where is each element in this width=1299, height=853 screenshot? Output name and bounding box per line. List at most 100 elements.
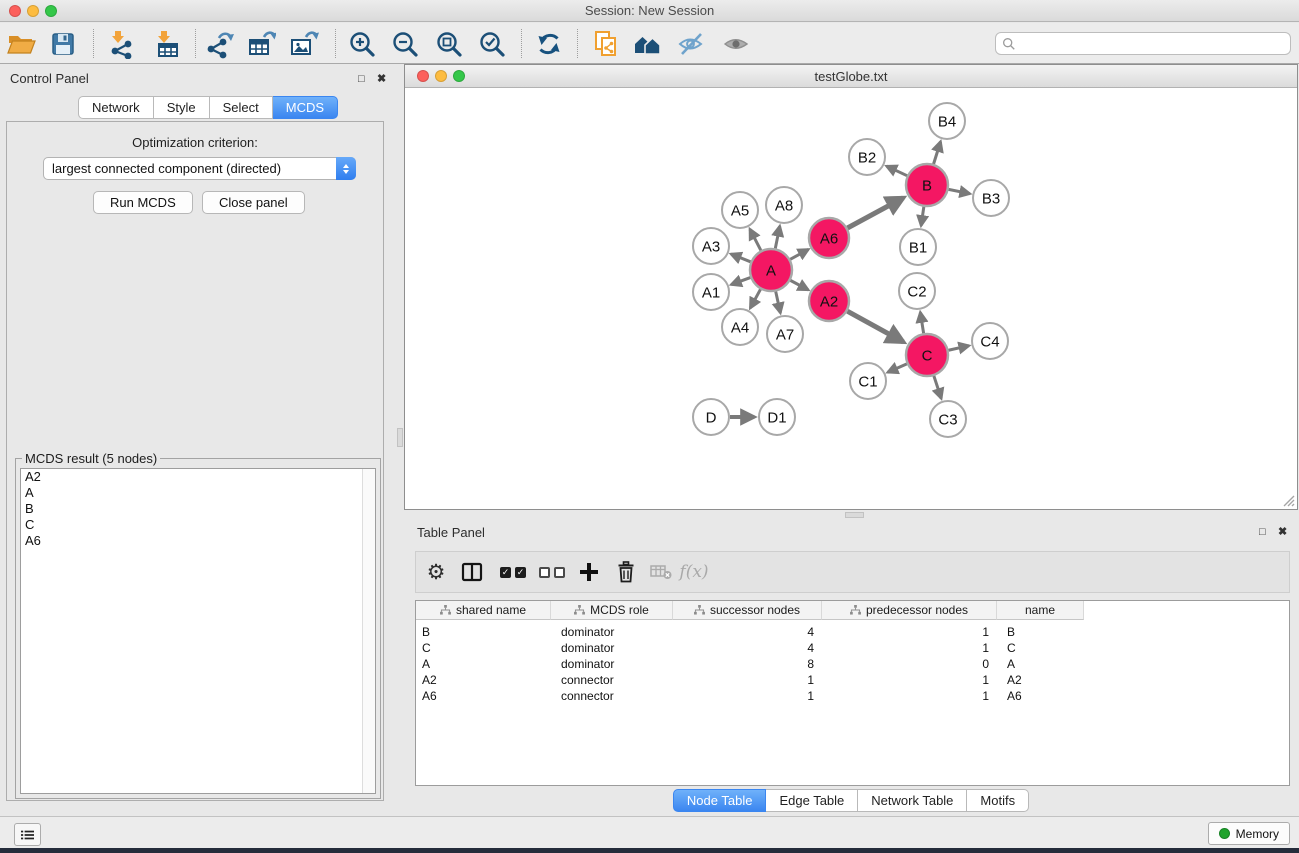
- mcds-result-item[interactable]: C: [21, 517, 375, 533]
- table-row-A[interactable]: Adominator80A: [416, 656, 1289, 672]
- mcds-result-item[interactable]: B: [21, 501, 375, 517]
- edge-A-A7[interactable]: [776, 291, 781, 312]
- node-A6[interactable]: A6: [809, 218, 849, 258]
- node-C3[interactable]: C3: [930, 401, 966, 437]
- search-input[interactable]: [1020, 36, 1284, 52]
- mcds-result-item[interactable]: A6: [21, 533, 375, 549]
- zoom-window-button[interactable]: [45, 5, 57, 17]
- tab-edge-table[interactable]: Edge Table: [766, 789, 858, 812]
- table-panel-close-icon[interactable]: ✖: [1278, 526, 1287, 538]
- edge-B-B3[interactable]: [949, 189, 970, 193]
- node-B1[interactable]: B1: [900, 229, 936, 265]
- edge-C-C3[interactable]: [934, 376, 941, 399]
- node-A5[interactable]: A5: [722, 192, 758, 228]
- delete-table-button[interactable]: [644, 552, 678, 592]
- export-table-button[interactable]: [243, 26, 279, 62]
- node-B3[interactable]: B3: [973, 180, 1009, 216]
- minimize-window-button[interactable]: [27, 5, 39, 17]
- import-network-button[interactable]: [103, 26, 139, 62]
- network-close-button[interactable]: [417, 70, 429, 82]
- node-A4[interactable]: A4: [722, 309, 758, 345]
- vertical-splitter-grip[interactable]: [397, 428, 403, 447]
- edge-C-C4[interactable]: [948, 346, 968, 351]
- control-panel-float-icon[interactable]: □: [358, 73, 365, 85]
- resize-grip-icon[interactable]: [1281, 493, 1295, 507]
- edge-A-A8[interactable]: [775, 226, 779, 248]
- tab-node-table[interactable]: Node Table: [673, 789, 767, 812]
- edge-A-A2[interactable]: [790, 280, 808, 290]
- zoom-selected-button[interactable]: [474, 26, 510, 62]
- add-column-button[interactable]: [572, 552, 606, 592]
- first-neighbors-button[interactable]: [630, 26, 666, 62]
- edge-A2-C[interactable]: [847, 311, 903, 342]
- show-all-button[interactable]: [718, 26, 754, 62]
- open-file-button[interactable]: [3, 26, 39, 62]
- deselect-all-button[interactable]: [535, 552, 569, 592]
- export-network-button[interactable]: [201, 26, 237, 62]
- zoom-out-button[interactable]: [387, 26, 423, 62]
- mcds-result-item[interactable]: A: [21, 485, 375, 501]
- node-A8[interactable]: A8: [766, 187, 802, 223]
- column-header-predecessor-nodes[interactable]: predecessor nodes: [822, 601, 997, 620]
- table-row-A6[interactable]: A6connector11A6: [416, 688, 1289, 704]
- node-B2[interactable]: B2: [849, 139, 885, 175]
- edge-A-A5[interactable]: [750, 229, 761, 250]
- node-A[interactable]: A: [750, 249, 792, 291]
- refresh-button[interactable]: [531, 26, 567, 62]
- optimization-criterion-select[interactable]: largest connected component (directed): [43, 157, 356, 180]
- edge-B-B4[interactable]: [934, 142, 941, 164]
- function-builder-button[interactable]: f(x): [677, 552, 711, 592]
- edge-B-B2[interactable]: [887, 166, 907, 176]
- column-header-MCDS-role[interactable]: MCDS role: [551, 601, 673, 620]
- show-columns-button[interactable]: [455, 552, 489, 592]
- node-C[interactable]: C: [906, 334, 948, 376]
- delete-column-button[interactable]: [609, 552, 643, 592]
- tab-network-table[interactable]: Network Table: [858, 789, 967, 812]
- network-zoom-button[interactable]: [453, 70, 465, 82]
- close-panel-button[interactable]: Close panel: [202, 191, 305, 214]
- memory-button[interactable]: Memory: [1208, 822, 1290, 845]
- zoom-fit-button[interactable]: [431, 26, 467, 62]
- node-D1[interactable]: D1: [759, 399, 795, 435]
- column-header-successor-nodes[interactable]: successor nodes: [673, 601, 822, 620]
- horizontal-splitter-grip[interactable]: [845, 512, 864, 518]
- table-row-A2[interactable]: A2connector11A2: [416, 672, 1289, 688]
- tab-motifs[interactable]: Motifs: [967, 789, 1029, 812]
- node-C4[interactable]: C4: [972, 323, 1008, 359]
- table-settings-button[interactable]: ⚙: [419, 552, 453, 592]
- column-header-name[interactable]: name: [997, 601, 1084, 620]
- edge-C-C1[interactable]: [888, 364, 907, 372]
- node-B4[interactable]: B4: [929, 103, 965, 139]
- edge-A-A3[interactable]: [731, 254, 751, 262]
- table-row-B[interactable]: Bdominator41B: [416, 624, 1289, 640]
- select-all-button[interactable]: ✓✓: [496, 552, 530, 592]
- node-A7[interactable]: A7: [767, 316, 803, 352]
- export-image-button[interactable]: [286, 26, 322, 62]
- new-network-from-selection-button[interactable]: [588, 26, 624, 62]
- edge-C-C2[interactable]: [920, 312, 923, 333]
- node-A2[interactable]: A2: [809, 281, 849, 321]
- table-panel-float-icon[interactable]: □: [1259, 526, 1266, 538]
- node-C1[interactable]: C1: [850, 363, 886, 399]
- control-panel-close-icon[interactable]: ✖: [377, 73, 386, 85]
- edge-B-B1[interactable]: [921, 207, 924, 226]
- tab-style[interactable]: Style: [154, 96, 210, 119]
- node-A3[interactable]: A3: [693, 228, 729, 264]
- node-C2[interactable]: C2: [899, 273, 935, 309]
- node-A1[interactable]: A1: [693, 274, 729, 310]
- table-row-C[interactable]: Cdominator41C: [416, 640, 1289, 656]
- node-D[interactable]: D: [693, 399, 729, 435]
- edge-A-A4[interactable]: [750, 289, 760, 308]
- edge-A-A1[interactable]: [731, 278, 750, 285]
- zoom-in-button[interactable]: [344, 26, 380, 62]
- node-B[interactable]: B: [906, 164, 948, 206]
- network-graph-canvas[interactable]: A A1 A2 A3 A4 A5 A6 A7 A8 B B1 B2 B3 B4 C C1 C2 C3 C4 D D1: [405, 88, 1297, 509]
- tab-mcds[interactable]: MCDS: [273, 96, 338, 119]
- tab-network[interactable]: Network: [78, 96, 154, 119]
- task-history-button[interactable]: [14, 823, 41, 846]
- list-scrollbar[interactable]: [362, 469, 375, 793]
- network-minimize-button[interactable]: [435, 70, 447, 82]
- close-window-button[interactable]: [9, 5, 21, 17]
- tab-select[interactable]: Select: [210, 96, 273, 119]
- hide-selected-button[interactable]: [673, 26, 709, 62]
